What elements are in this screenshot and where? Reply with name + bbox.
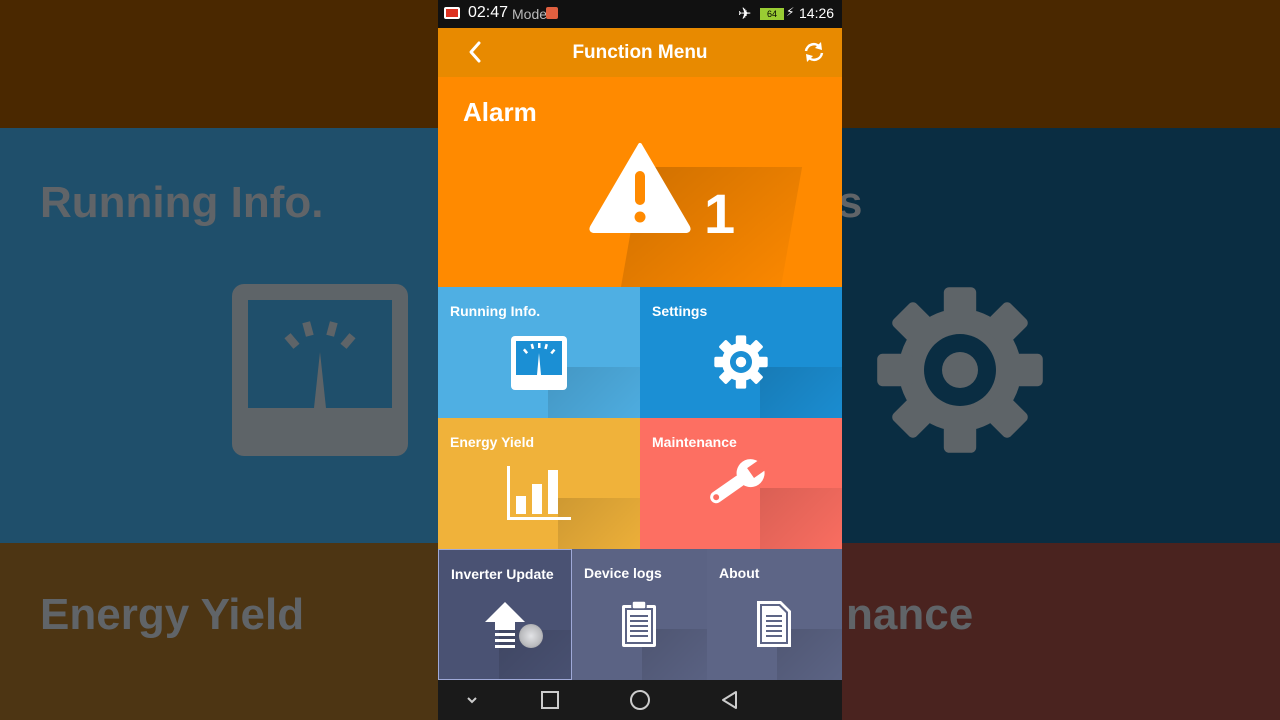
system-nav-bar xyxy=(438,680,842,720)
energy-yield-label: Energy Yield xyxy=(450,434,535,450)
background-gear-icon xyxy=(877,287,1043,453)
recording-time: 02:47 xyxy=(466,4,511,22)
bar-chart-icon xyxy=(507,466,571,520)
running-info-tile[interactable]: Running Info. xyxy=(438,287,640,418)
gear-icon xyxy=(714,335,768,389)
page-title: Function Menu xyxy=(572,42,708,63)
nav-home-button[interactable] xyxy=(628,688,652,712)
alarm-title: Alarm xyxy=(463,97,537,127)
status-bar: 02:47 Mode ✈ 64 ⚡ 14:26 xyxy=(438,0,842,28)
device-logs-label: Device logs xyxy=(584,565,662,581)
background-running-text: Running Info. xyxy=(40,178,324,227)
maintenance-label: Maintenance xyxy=(652,434,737,450)
app-bar: Function Menu xyxy=(438,28,842,77)
alarm-tile[interactable]: Alarm 1 xyxy=(438,77,842,287)
inverter-update-label: Inverter Update xyxy=(451,566,554,582)
nav-down-button[interactable] xyxy=(460,688,484,712)
background-gauge-icon xyxy=(232,284,408,456)
refresh-button[interactable] xyxy=(802,40,826,64)
airplane-mode-icon: ✈ xyxy=(738,6,752,23)
refresh-icon xyxy=(804,42,824,62)
nav-recents-button[interactable] xyxy=(538,688,562,712)
status-clock: 14:26 xyxy=(799,5,835,21)
settings-tile[interactable]: Settings xyxy=(640,287,842,418)
nav-back-button[interactable] xyxy=(718,688,742,712)
document-icon xyxy=(757,601,791,647)
touch-indicator xyxy=(519,624,543,648)
running-info-label: Running Info. xyxy=(450,303,541,319)
device-logs-tile[interactable]: Device logs xyxy=(572,549,707,680)
energy-yield-tile[interactable]: Energy Yield xyxy=(438,418,640,549)
gauge-icon xyxy=(511,336,567,390)
maintenance-tile[interactable]: Maintenance xyxy=(640,418,842,549)
about-label: About xyxy=(719,565,760,581)
battery-icon: 64 xyxy=(760,8,784,20)
settings-label: Settings xyxy=(652,303,708,319)
clipboard-icon xyxy=(622,600,656,647)
charging-icon: ⚡ xyxy=(786,5,795,19)
notification-icon xyxy=(546,7,558,19)
mode-text: Mode xyxy=(512,6,548,22)
warning-icon xyxy=(589,143,691,233)
alarm-count: 1 xyxy=(704,182,736,245)
about-tile[interactable]: About xyxy=(707,549,842,680)
background-energy-text: Energy Yield xyxy=(40,590,305,639)
screen-record-icon xyxy=(444,7,460,19)
wrench-icon xyxy=(710,457,769,504)
inverter-update-tile[interactable]: Inverter Update xyxy=(438,549,572,680)
background-maintenance-text: nance xyxy=(846,590,974,639)
phone-screen: 02:47 Mode ✈ 64 ⚡ 14:26 Function Menu Al… xyxy=(438,0,842,720)
